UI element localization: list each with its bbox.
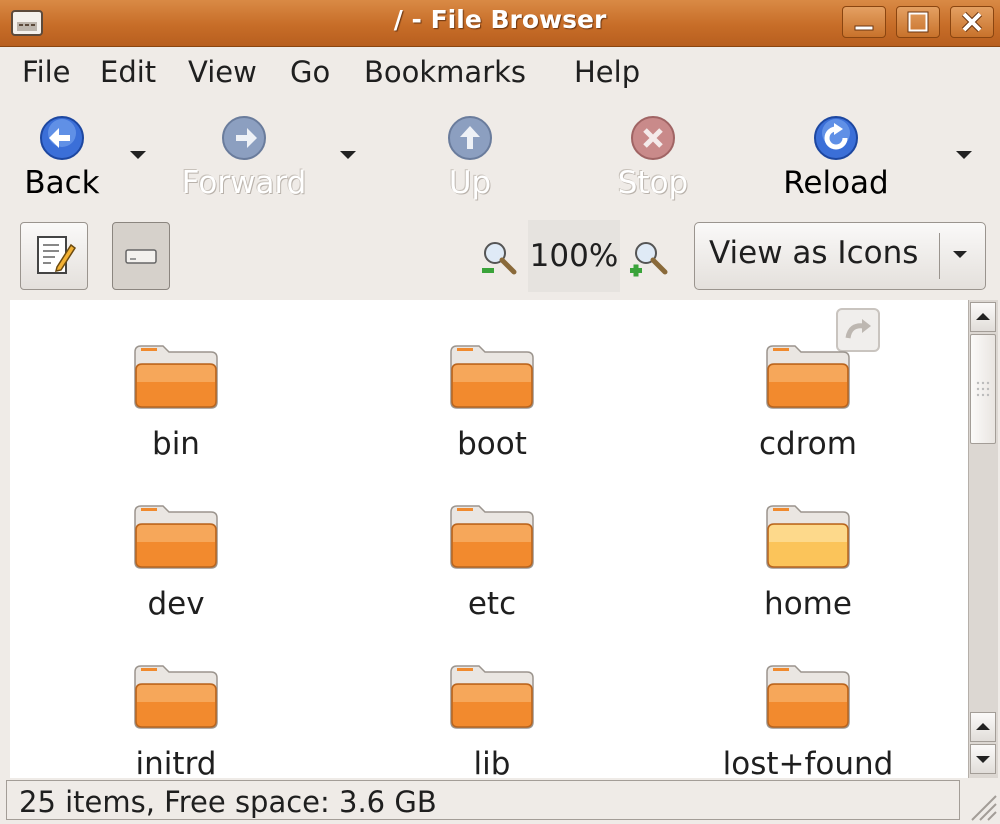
title-bar[interactable]: / - File Browser	[0, 0, 1000, 47]
folder-item[interactable]: cdrom	[688, 342, 928, 462]
forward-label: Forward	[181, 165, 307, 201]
scroll-up-icon	[976, 723, 990, 730]
status-text: 25 items, Free space: 3.6 GB	[19, 785, 437, 819]
back-arrow-icon	[40, 116, 84, 160]
path-bar-drive-button[interactable]	[112, 222, 170, 290]
scroll-down-button[interactable]	[970, 744, 996, 774]
folder-icon	[766, 665, 850, 729]
back-button[interactable]: Back	[14, 109, 110, 205]
menu-help[interactable]: Help	[574, 55, 640, 89]
menu-go[interactable]: Go	[290, 55, 330, 89]
folder-icon	[134, 345, 218, 409]
view-mode-value: View as Icons	[709, 235, 919, 271]
view-mode-select[interactable]: View as Icons	[694, 222, 986, 290]
folder-name: cdrom	[759, 426, 857, 462]
stop-icon	[631, 116, 675, 160]
status-box: 25 items, Free space: 3.6 GB	[6, 780, 960, 820]
resize-grip-icon[interactable]	[964, 788, 998, 822]
folder-item[interactable]: etc	[372, 502, 612, 622]
stop-button[interactable]: Stop	[610, 109, 696, 205]
status-bar: 25 items, Free space: 3.6 GB	[0, 778, 1000, 824]
forward-button[interactable]: Forward	[176, 109, 312, 205]
folder-icon	[450, 665, 534, 729]
select-separator	[939, 233, 940, 279]
location-bar: 100% View as Icons	[0, 214, 1000, 298]
folder-item[interactable]: lost+found	[688, 662, 928, 778]
up-arrow-icon	[448, 116, 492, 160]
folder-name: etc	[467, 586, 517, 622]
folder-item[interactable]: bin	[56, 342, 296, 462]
zoom-in-icon[interactable]	[628, 238, 668, 278]
folder-name: lost+found	[722, 746, 894, 778]
main-toolbar: Back Forward Up Stop Reload	[0, 103, 1000, 211]
close-button[interactable]	[950, 6, 994, 38]
folder-icon	[766, 505, 850, 569]
scroll-up-button-bottom[interactable]	[970, 712, 996, 742]
folder-name: boot	[457, 426, 527, 462]
folder-item[interactable]: dev	[56, 502, 296, 622]
reload-label: Reload	[783, 165, 889, 201]
minimize-icon	[854, 25, 874, 31]
folder-item[interactable]: lib	[372, 662, 612, 778]
chevron-down-icon	[953, 251, 967, 258]
reload-icon	[814, 116, 858, 160]
maximize-button[interactable]	[896, 6, 940, 38]
forward-history-dropdown[interactable]	[340, 151, 356, 159]
folder-icon	[134, 665, 218, 729]
edit-document-icon	[37, 236, 77, 274]
minimize-button[interactable]	[842, 6, 886, 38]
up-label: Up	[448, 165, 492, 201]
folder-name: lib	[473, 746, 511, 778]
back-history-dropdown[interactable]	[130, 151, 146, 159]
grip-dots-icon	[976, 381, 990, 397]
up-button[interactable]: Up	[430, 109, 510, 205]
file-icon-view[interactable]: bin boot cdrom dev etc home initrd lib lost+foun…	[10, 300, 968, 778]
folder-name: home	[764, 586, 852, 622]
zoom-level[interactable]: 100%	[528, 220, 620, 292]
menu-file[interactable]: File	[22, 55, 71, 89]
drive-icon	[125, 249, 157, 264]
stop-label: Stop	[617, 165, 689, 201]
toolbar-overflow-arrow[interactable]	[956, 151, 972, 159]
menu-bar: File Edit View Go Bookmarks Help	[0, 47, 1000, 101]
reload-button[interactable]: Reload	[780, 109, 892, 205]
forward-arrow-icon	[222, 116, 266, 160]
folder-name: dev	[147, 586, 205, 622]
folder-item[interactable]: home	[688, 502, 928, 622]
scroll-up-button[interactable]	[970, 302, 996, 332]
maximize-icon	[907, 11, 929, 33]
menu-bookmarks[interactable]: Bookmarks	[364, 55, 526, 89]
vertical-scrollbar[interactable]	[968, 300, 998, 778]
scroll-thumb[interactable]	[970, 334, 996, 444]
folder-icon	[134, 505, 218, 569]
folder-item[interactable]: boot	[372, 342, 612, 462]
menu-edit[interactable]: Edit	[100, 55, 156, 89]
folder-icon	[766, 345, 850, 409]
folder-icon	[450, 505, 534, 569]
scroll-up-icon	[976, 313, 990, 320]
close-icon	[961, 11, 983, 33]
folder-name: bin	[152, 426, 200, 462]
text-location-button[interactable]	[20, 222, 88, 290]
zoom-out-icon[interactable]	[480, 238, 520, 278]
back-label: Back	[24, 165, 100, 201]
folder-item[interactable]: initrd	[56, 662, 296, 778]
folder-icon	[450, 345, 534, 409]
folder-name: initrd	[135, 746, 217, 778]
scroll-down-icon	[976, 756, 990, 763]
menu-view[interactable]: View	[188, 55, 257, 89]
